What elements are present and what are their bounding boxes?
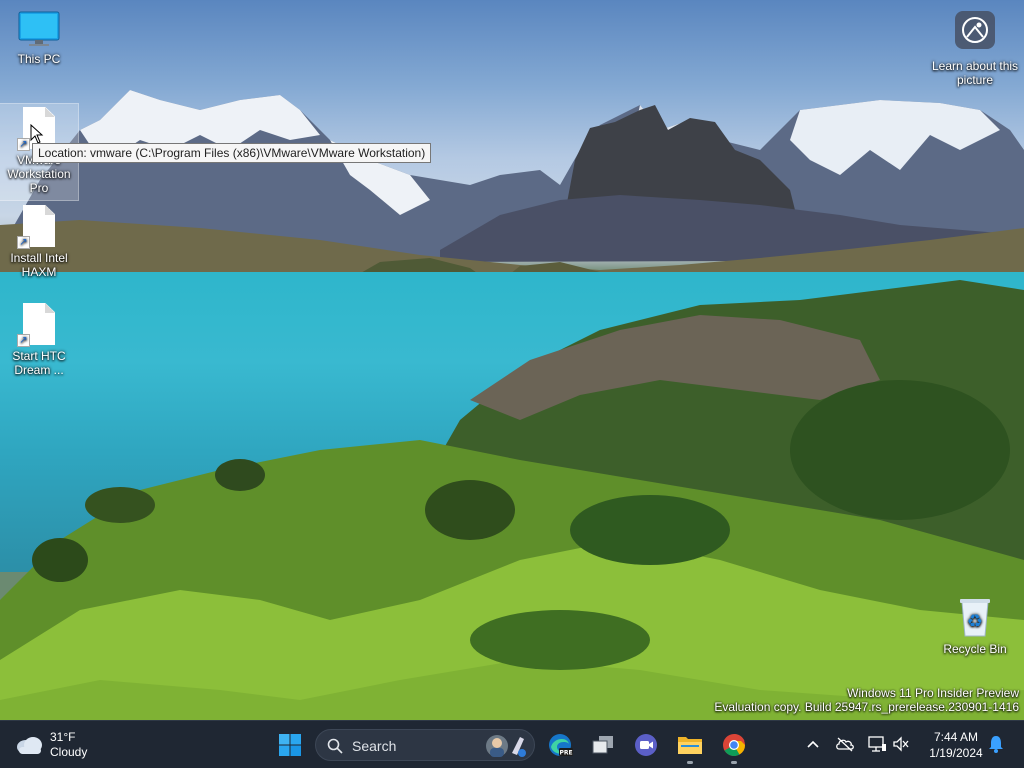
evaluation-watermark: Windows 11 Pro Insider Preview Evaluatio…	[714, 686, 1019, 714]
taskbar-teams-meet[interactable]	[626, 725, 666, 765]
desktop-icon-label: Start HTC Dream ...	[12, 349, 66, 377]
camera-info-icon	[962, 17, 988, 43]
taskbar: 31°F Cloudy Search PRE 7:44 AM 1/19/2024	[0, 720, 1024, 768]
task-view-icon	[592, 736, 613, 754]
start-button[interactable]	[270, 725, 310, 765]
desktop-icon-label: This PC	[17, 52, 61, 66]
watermark-line-2: Evaluation copy. Build 25947.rs_prerelea…	[714, 700, 1019, 714]
show-hidden-icons-button[interactable]	[802, 733, 824, 755]
svg-text:♻: ♻	[967, 611, 983, 632]
network-tray-button[interactable]	[866, 733, 888, 755]
wallpaper-foreground	[0, 280, 1024, 720]
desktop-icon-label: Recycle Bin	[943, 642, 1007, 656]
learn-about-picture-label: Learn about this picture	[931, 59, 1019, 87]
network-icon	[868, 736, 886, 752]
edge-preview-icon: PRE	[549, 734, 573, 757]
clock-date: 1/19/2024	[929, 746, 983, 760]
taskbar-edge-preview[interactable]: PRE	[540, 725, 580, 765]
monitor-icon	[18, 11, 60, 46]
teams-meet-icon	[635, 734, 657, 756]
bell-icon	[989, 736, 1003, 753]
desktop-icon-start-htc-dream[interactable]: ↗ Start HTC Dream ...	[0, 303, 78, 383]
svg-text:PRE: PRE	[559, 750, 572, 757]
running-indicator	[731, 761, 737, 764]
onedrive-offline-icon	[836, 737, 854, 752]
chevron-up-icon	[807, 740, 819, 748]
file-explorer-icon	[678, 737, 702, 754]
desktop-icon-this-pc[interactable]: This PC	[0, 10, 78, 76]
shortcut-arrow-icon: ↗	[17, 334, 30, 347]
shortcut-arrow-icon: ↗	[17, 138, 30, 151]
file-shortcut-icon: ↗	[17, 303, 55, 347]
recycle-bin-icon: ♻	[960, 599, 990, 637]
taskbar-chrome[interactable]	[714, 725, 754, 765]
notifications-button[interactable]	[985, 733, 1007, 755]
taskbar-search-box[interactable]: Search	[315, 729, 535, 761]
weather-widget[interactable]: 31°F Cloudy	[14, 725, 87, 765]
volume-muted-icon	[893, 736, 909, 752]
search-highlight-icon	[486, 735, 526, 757]
cloudy-weather-icon	[17, 737, 42, 754]
running-indicator	[687, 761, 693, 764]
onedrive-tray-button[interactable]	[834, 733, 856, 755]
desktop-icon-install-intel-haxm[interactable]: ↗ Install Intel HAXM	[0, 205, 78, 285]
shortcut-location-tooltip: Location: vmware (C:\Program Files (x86)…	[32, 143, 432, 163]
volume-tray-button[interactable]	[890, 733, 912, 755]
desktop-wallpaper	[0, 0, 1024, 720]
clock-time: 7:44 AM	[933, 730, 979, 744]
weather-condition: Cloudy	[50, 745, 88, 759]
weather-temp: 31°F	[50, 730, 76, 744]
mouse-cursor-icon	[30, 124, 44, 144]
desktop-icon-recycle-bin[interactable]: ♻ Recycle Bin	[936, 596, 1014, 662]
taskbar-file-explorer[interactable]	[670, 725, 710, 765]
system-clock[interactable]: 7:44 AM 1/19/2024	[921, 729, 991, 761]
learn-about-picture-button[interactable]	[955, 11, 995, 49]
shortcut-arrow-icon: ↗	[17, 236, 30, 249]
search-placeholder: Search	[352, 738, 397, 754]
taskbar-task-view[interactable]	[583, 725, 623, 765]
desktop-icon-label: Install Intel HAXM	[10, 251, 68, 279]
file-shortcut-icon: ↗	[17, 205, 55, 249]
search-icon	[327, 738, 343, 754]
windows-logo-icon	[279, 734, 301, 756]
chrome-icon	[723, 733, 745, 756]
watermark-line-1: Windows 11 Pro Insider Preview	[847, 686, 1019, 700]
